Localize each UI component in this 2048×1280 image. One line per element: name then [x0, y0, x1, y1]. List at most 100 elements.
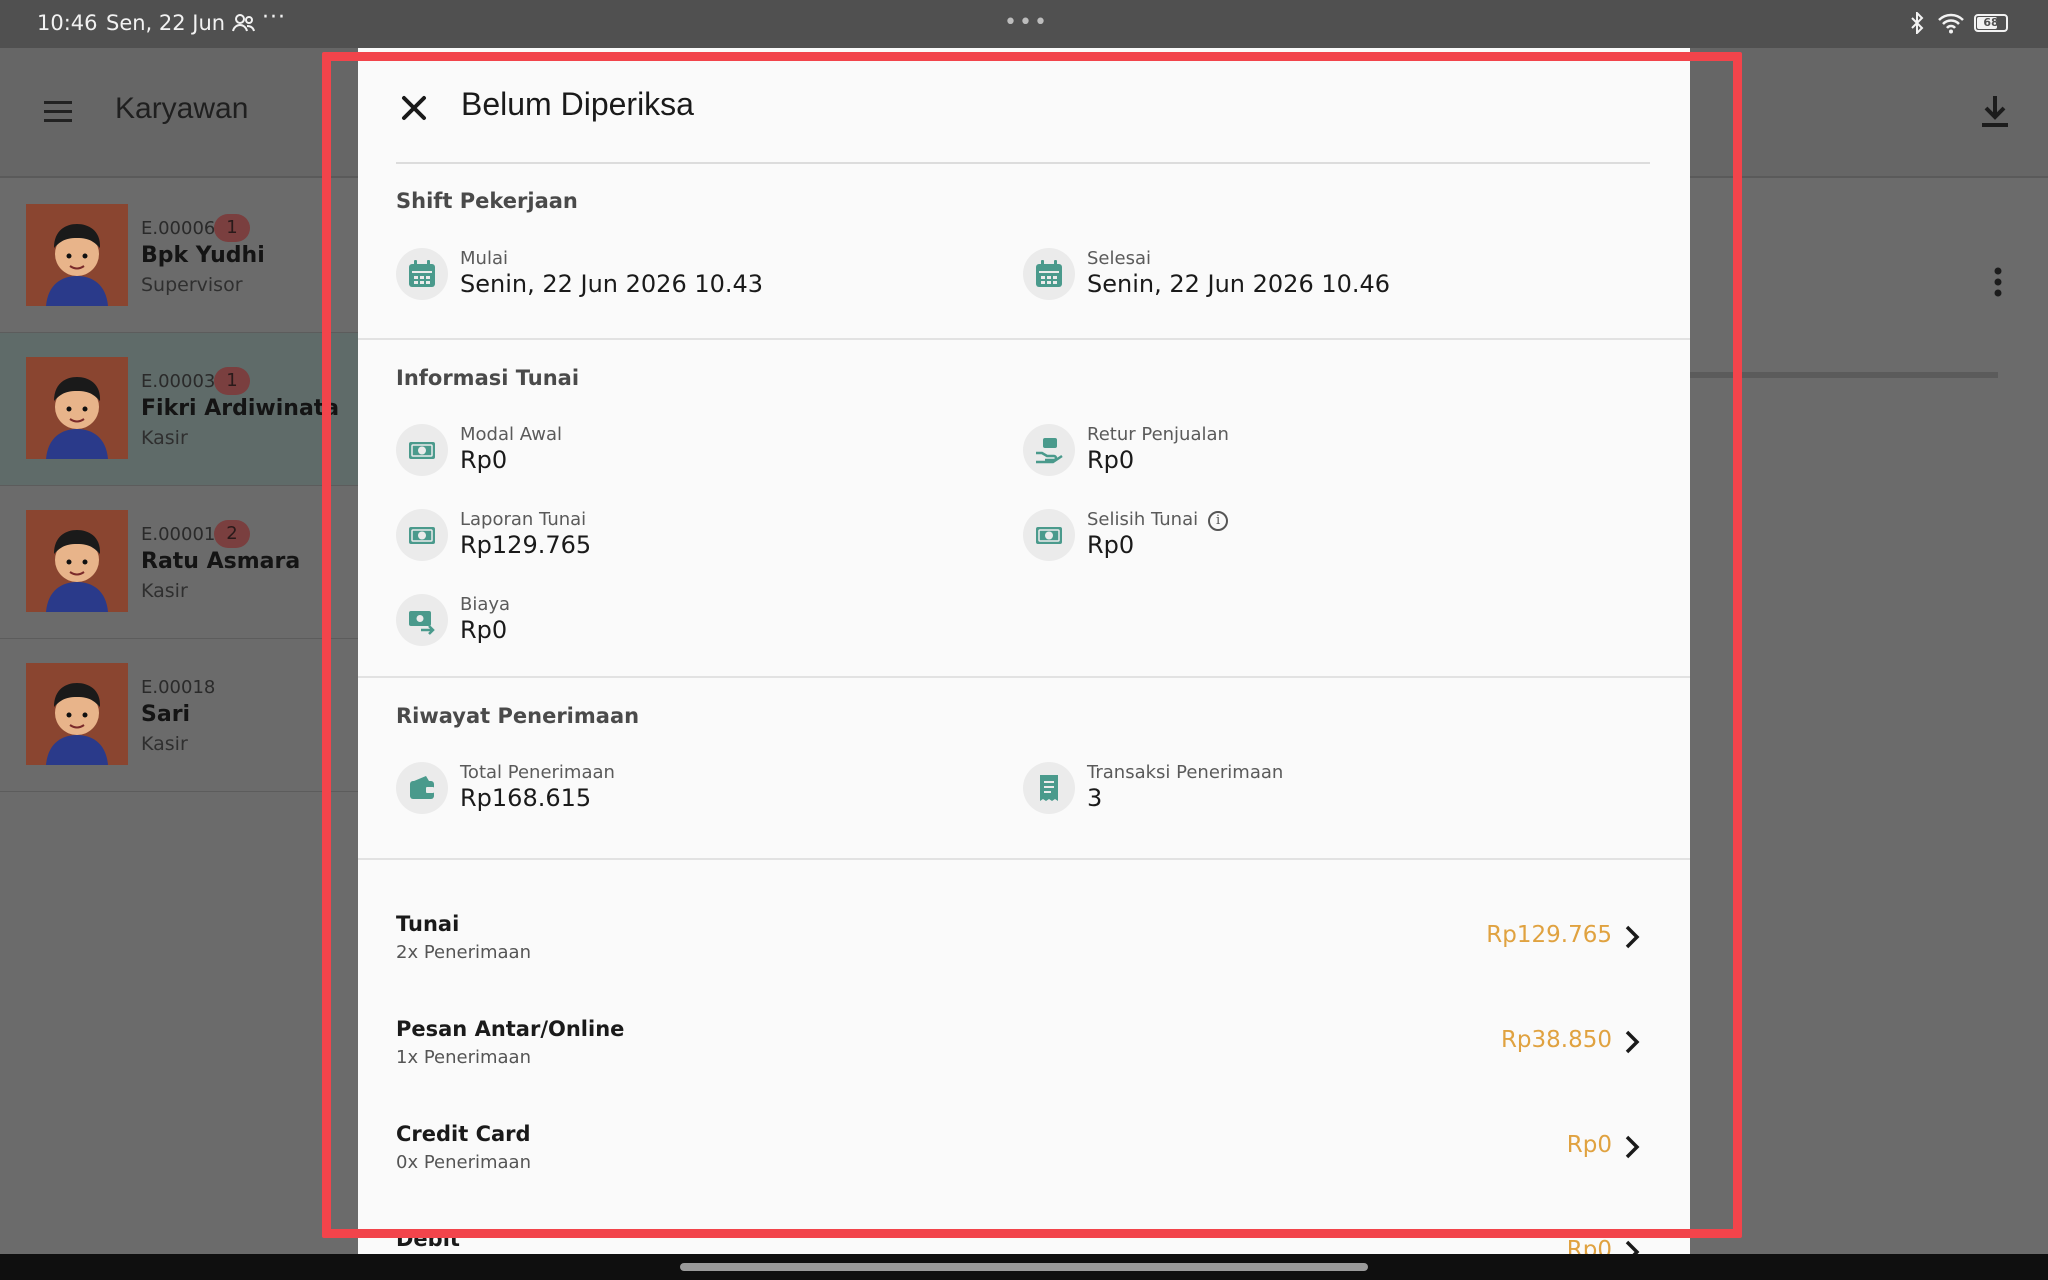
shift-start-label: Mulai: [460, 248, 508, 269]
section-divider: [358, 338, 1690, 340]
initial-capital: Modal Awal Rp0: [396, 424, 956, 484]
home-handle[interactable]: [680, 1263, 1368, 1271]
shift-detail-dialog: Belum Diperiksa Shift Pekerjaan Mulai Se…: [358, 48, 1690, 1254]
employee-role: Kasir: [141, 580, 188, 602]
payment-method-count: 2x Penerimaan: [396, 942, 531, 963]
people-icon: [232, 14, 255, 32]
status-bar: 10:46 Sen, 22 Jun ··· ••• 68: [0, 0, 2048, 48]
page-title: Karyawan: [115, 92, 249, 125]
employee-name: Sari: [141, 702, 191, 727]
pending-badge: 1: [214, 367, 250, 395]
employee-code: E.00006: [141, 218, 216, 239]
payment-method-row[interactable]: Debit Rp0: [358, 1203, 1690, 1254]
initial-capital-label: Modal Awal: [460, 424, 563, 445]
employee-item[interactable]: E.00018 Sari Kasir: [0, 639, 360, 792]
employee-code: E.00018: [141, 677, 216, 698]
avatar: [26, 663, 128, 765]
cash-icon: [396, 424, 448, 476]
dialog-title: Belum Diperiksa: [461, 86, 694, 122]
total-receipts: Total Penerimaan Rp168.615: [396, 762, 956, 822]
return-hand-icon: [1023, 424, 1075, 476]
cash-icon: [396, 509, 448, 561]
avatar: [26, 510, 128, 612]
receipt-icon: [1023, 762, 1075, 814]
bluetooth-icon: [1911, 12, 1924, 34]
shift-end: Selesai Senin, 22 Jun 2026 10.46: [1023, 248, 1583, 308]
expenses-label: Biaya: [460, 594, 511, 615]
status-time: 10:46: [37, 11, 98, 35]
payment-method-count: 1x Penerimaan: [396, 1047, 531, 1068]
cash-icon: [1023, 509, 1075, 561]
shift-start: Mulai Senin, 22 Jun 2026 10.43: [396, 248, 956, 308]
wifi-icon: [1938, 13, 1964, 34]
content-divider: [1690, 372, 1998, 378]
employee-code: E.00003: [141, 371, 216, 392]
navigation-bar: [0, 1254, 2048, 1280]
payment-method-amount: Rp0: [1566, 1132, 1612, 1158]
close-icon[interactable]: [396, 90, 432, 126]
status-more-dots: ···: [262, 5, 286, 30]
employee-name: Fikri Ardiwinata: [141, 396, 340, 421]
download-icon[interactable]: [1980, 94, 2010, 128]
cash-difference-value: Rp0: [1087, 531, 1135, 559]
avatar: [26, 357, 128, 459]
payment-method-name: Credit Card: [396, 1122, 531, 1146]
shift-start-value: Senin, 22 Jun 2026 10.43: [460, 270, 764, 298]
employee-item[interactable]: E.00001 2 Ratu Asmara Kasir: [0, 486, 360, 639]
employee-item[interactable]: E.00006 1 Bpk Yudhi Supervisor: [0, 180, 360, 333]
employee-name: Bpk Yudhi: [141, 243, 265, 268]
status-date: Sen, 22 Jun: [106, 11, 226, 35]
section-title-receipts: Riwayat Penerimaan: [396, 704, 640, 728]
cash-report-value: Rp129.765: [460, 531, 592, 559]
more-vertical-icon[interactable]: [1992, 266, 2004, 298]
sales-return: Retur Penjualan Rp0: [1023, 424, 1583, 484]
calendar-icon: [1023, 248, 1075, 300]
multiwindow-handle[interactable]: •••: [1004, 10, 1049, 35]
payment-method-row[interactable]: Pesan Antar/Online 1x Penerimaan Rp38.85…: [358, 993, 1690, 1097]
employee-code: E.00001: [141, 524, 216, 545]
sales-return-label: Retur Penjualan: [1087, 424, 1229, 445]
shift-end-label: Selesai: [1087, 248, 1151, 269]
cash-difference-label: Selisih Tunai: [1087, 509, 1199, 530]
chevron-right-icon: [1625, 1240, 1640, 1254]
header-divider: [396, 162, 1650, 164]
payment-method-row[interactable]: Credit Card 0x Penerimaan Rp0: [358, 1098, 1690, 1202]
expense-cash-icon: [396, 594, 448, 646]
battery-icon: 68: [1974, 14, 2008, 32]
pending-badge: 1: [214, 214, 250, 242]
payment-method-amount: Rp38.850: [1500, 1027, 1612, 1053]
wallet-icon: [396, 762, 448, 814]
chevron-right-icon: [1625, 925, 1640, 949]
section-title-shift: Shift Pekerjaan: [396, 189, 578, 213]
expenses-value: Rp0: [460, 616, 508, 644]
receipt-transactions-label: Transaksi Penerimaan: [1087, 762, 1284, 783]
payment-method-amount: Rp0: [1566, 1237, 1612, 1254]
payment-method-amount: Rp129.765: [1486, 922, 1612, 948]
cash-report: Laporan Tunai Rp129.765: [396, 509, 956, 569]
employee-name: Ratu Asmara: [141, 549, 301, 574]
section-title-cash: Informasi Tunai: [396, 366, 580, 390]
expenses: Biaya Rp0: [396, 594, 956, 654]
section-divider: [358, 676, 1690, 678]
info-icon[interactable]: i: [1208, 510, 1229, 531]
hamburger-menu-icon[interactable]: [44, 100, 72, 122]
payment-method-row[interactable]: Tunai 2x Penerimaan Rp129.765: [358, 888, 1690, 992]
initial-capital-value: Rp0: [460, 446, 508, 474]
section-divider: [358, 858, 1690, 860]
shift-end-value: Senin, 22 Jun 2026 10.46: [1087, 270, 1391, 298]
payment-method-name: Tunai: [396, 912, 460, 936]
receipt-transactions: Transaksi Penerimaan 3: [1023, 762, 1583, 822]
avatar: [26, 204, 128, 306]
cash-difference: Selisih Tunai i Rp0: [1023, 509, 1583, 569]
employee-role: Kasir: [141, 427, 188, 449]
total-receipts-label: Total Penerimaan: [460, 762, 615, 783]
chevron-right-icon: [1625, 1030, 1640, 1054]
total-receipts-value: Rp168.615: [460, 784, 592, 812]
pending-badge: 2: [214, 520, 250, 548]
employee-role: Kasir: [141, 733, 188, 755]
payment-method-count: 0x Penerimaan: [396, 1152, 531, 1173]
battery-level: 68: [1983, 16, 1999, 29]
employee-role: Supervisor: [141, 274, 243, 296]
cash-report-label: Laporan Tunai: [460, 509, 587, 530]
employee-item[interactable]: E.00003 1 Fikri Ardiwinata Kasir: [0, 333, 360, 486]
